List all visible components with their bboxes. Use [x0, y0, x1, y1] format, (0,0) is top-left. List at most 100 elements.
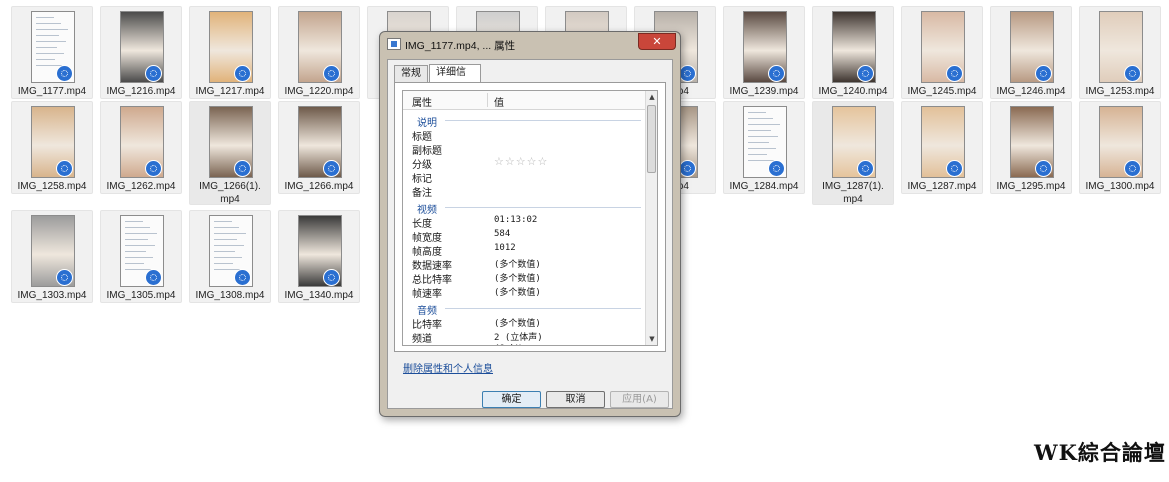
- media-player-icon: [234, 65, 251, 82]
- document-text-line: [36, 35, 59, 36]
- rating-stars[interactable]: ☆☆☆☆☆: [494, 155, 548, 168]
- property-row[interactable]: 帧高度 1012: [403, 242, 645, 258]
- file-name: IMG_1287.mp4: [907, 181, 977, 192]
- details-panel: 属性 值 说明 标题 副标题 分级 ☆☆☆☆☆ 标记 备注 视频 长度 01:13:02 帧宽度 58…: [394, 82, 666, 352]
- property-row[interactable]: 标记: [403, 169, 645, 185]
- tab-details[interactable]: 详细信息: [429, 64, 481, 94]
- file-tile[interactable]: IMG_1239.mp4: [723, 6, 805, 99]
- column-header-property[interactable]: 属性: [412, 94, 432, 109]
- property-row[interactable]: 副标题: [403, 141, 645, 157]
- property-value: (多个数值): [494, 319, 541, 329]
- property-value: (多个数值): [494, 274, 541, 284]
- document-text-line: [214, 221, 232, 222]
- document-text-line: [36, 47, 57, 48]
- file-tile[interactable]: IMG_1340.mp4: [278, 210, 360, 303]
- document-text-line: [214, 233, 246, 234]
- document-text-line: [748, 154, 767, 155]
- file-tile[interactable]: IMG_1308.mp4: [189, 210, 271, 303]
- file-tile[interactable]: IMG_1216.mp4: [100, 6, 182, 99]
- media-player-icon: [946, 65, 963, 82]
- file-tile[interactable]: IMG_1253.mp4: [1079, 6, 1161, 99]
- column-header-value[interactable]: 值: [494, 94, 504, 109]
- file-tile[interactable]: IMG_1303.mp4: [11, 210, 93, 303]
- vertical-scrollbar[interactable]: ▲ ▼: [645, 91, 657, 345]
- property-row[interactable]: 比特率 (多个数值): [403, 315, 645, 331]
- document-text-line: [36, 17, 54, 18]
- media-player-icon: [145, 160, 162, 177]
- property-row[interactable]: 总比特率 (多个数值): [403, 270, 645, 286]
- document-text-line: [748, 148, 776, 149]
- property-row[interactable]: 频道 2 (立体声): [403, 329, 645, 345]
- document-text-line: [214, 251, 235, 252]
- scroll-down-icon[interactable]: ▼: [646, 333, 657, 345]
- tab-general[interactable]: 常规: [394, 65, 428, 82]
- file-name: IMG_1262.mp4: [106, 181, 176, 192]
- dialog-titlebar[interactable]: IMG_1177.mp4, ... 属性 ✕: [380, 32, 680, 58]
- file-tile[interactable]: IMG_1305.mp4: [100, 210, 182, 303]
- file-name: IMG_1240.mp4: [818, 86, 888, 97]
- file-tile[interactable]: IMG_1266(1).mp4: [189, 101, 271, 205]
- document-text-line: [125, 239, 148, 240]
- scroll-thumb[interactable]: [647, 105, 656, 173]
- property-row[interactable]: 标题: [403, 127, 645, 143]
- file-tile[interactable]: IMG_1262.mp4: [100, 101, 182, 194]
- media-player-icon: [857, 160, 874, 177]
- document-text-line: [214, 269, 240, 270]
- file-name: IMG_1340.mp4: [284, 290, 354, 301]
- file-tile[interactable]: IMG_1177.mp4: [11, 6, 93, 99]
- file-tile[interactable]: IMG_1246.mp4: [990, 6, 1072, 99]
- property-row[interactable]: 分级 ☆☆☆☆☆: [403, 155, 645, 171]
- media-player-icon: [234, 269, 251, 286]
- media-player-icon: [1035, 160, 1052, 177]
- property-row[interactable]: 音频采样频率 48 kHz: [403, 343, 645, 345]
- media-player-icon: [234, 160, 251, 177]
- property-value: 1012: [494, 243, 516, 253]
- file-name: IMG_1216.mp4: [106, 86, 176, 97]
- file-tile[interactable]: IMG_1284.mp4: [723, 101, 805, 194]
- file-tile[interactable]: IMG_1245.mp4: [901, 6, 983, 99]
- file-tile[interactable]: IMG_1287.mp4: [901, 101, 983, 194]
- file-name: IMG_1253.mp4: [1085, 86, 1155, 97]
- cancel-button[interactable]: 取消: [546, 391, 605, 408]
- media-player-icon: [145, 65, 162, 82]
- property-row[interactable]: 备注: [403, 183, 645, 199]
- file-tile[interactable]: IMG_1220.mp4: [278, 6, 360, 99]
- document-text-line: [125, 221, 143, 222]
- close-button[interactable]: ✕: [638, 33, 676, 50]
- property-row[interactable]: 长度 01:13:02: [403, 214, 645, 230]
- file-name: IMG_1287(1).mp4: [822, 181, 884, 205]
- document-text-line: [214, 245, 244, 246]
- ok-button[interactable]: 确定: [482, 391, 541, 408]
- file-tile[interactable]: IMG_1258.mp4: [11, 101, 93, 194]
- file-name: IMG_1300.mp4: [1085, 181, 1155, 192]
- media-player-icon: [679, 65, 696, 82]
- remove-properties-link[interactable]: 删除属性和个人信息: [403, 360, 493, 375]
- property-row[interactable]: 帧宽度 584: [403, 228, 645, 244]
- file-tile[interactable]: IMG_1240.mp4: [812, 6, 894, 99]
- group-rule: [445, 308, 641, 309]
- file-name: IMG_1284.mp4: [729, 181, 799, 192]
- document-text-line: [214, 227, 239, 228]
- file-tile[interactable]: IMG_1217.mp4: [189, 6, 271, 99]
- property-list[interactable]: 属性 值 说明 标题 副标题 分级 ☆☆☆☆☆ 标记 备注 视频 长度 01:13:02 帧宽度 58…: [402, 90, 658, 346]
- file-name: IMG_1220.mp4: [284, 86, 354, 97]
- property-value: 48 kHz: [494, 344, 527, 345]
- apply-button[interactable]: 应用(A): [610, 391, 669, 408]
- file-tile[interactable]: IMG_1287(1).mp4: [812, 101, 894, 205]
- property-key: 帧速率: [412, 289, 442, 300]
- property-row[interactable]: 帧速率 (多个数值): [403, 284, 645, 300]
- file-tile[interactable]: IMG_1295.mp4: [990, 101, 1072, 194]
- column-divider[interactable]: [487, 93, 488, 107]
- document-text-line: [748, 118, 773, 119]
- media-player-icon: [323, 160, 340, 177]
- media-player-icon: [56, 269, 73, 286]
- file-name: IMG_1295.mp4: [996, 181, 1066, 192]
- file-tile[interactable]: IMG_1300.mp4: [1079, 101, 1161, 194]
- property-value: 584: [494, 229, 511, 239]
- property-row[interactable]: 数据速率 (多个数值): [403, 256, 645, 272]
- document-text-line: [748, 136, 778, 137]
- group-header-audio: 音频: [403, 301, 645, 317]
- property-value: 2 (立体声): [494, 333, 543, 343]
- scroll-up-icon[interactable]: ▲: [646, 91, 657, 103]
- file-tile[interactable]: IMG_1266.mp4: [278, 101, 360, 194]
